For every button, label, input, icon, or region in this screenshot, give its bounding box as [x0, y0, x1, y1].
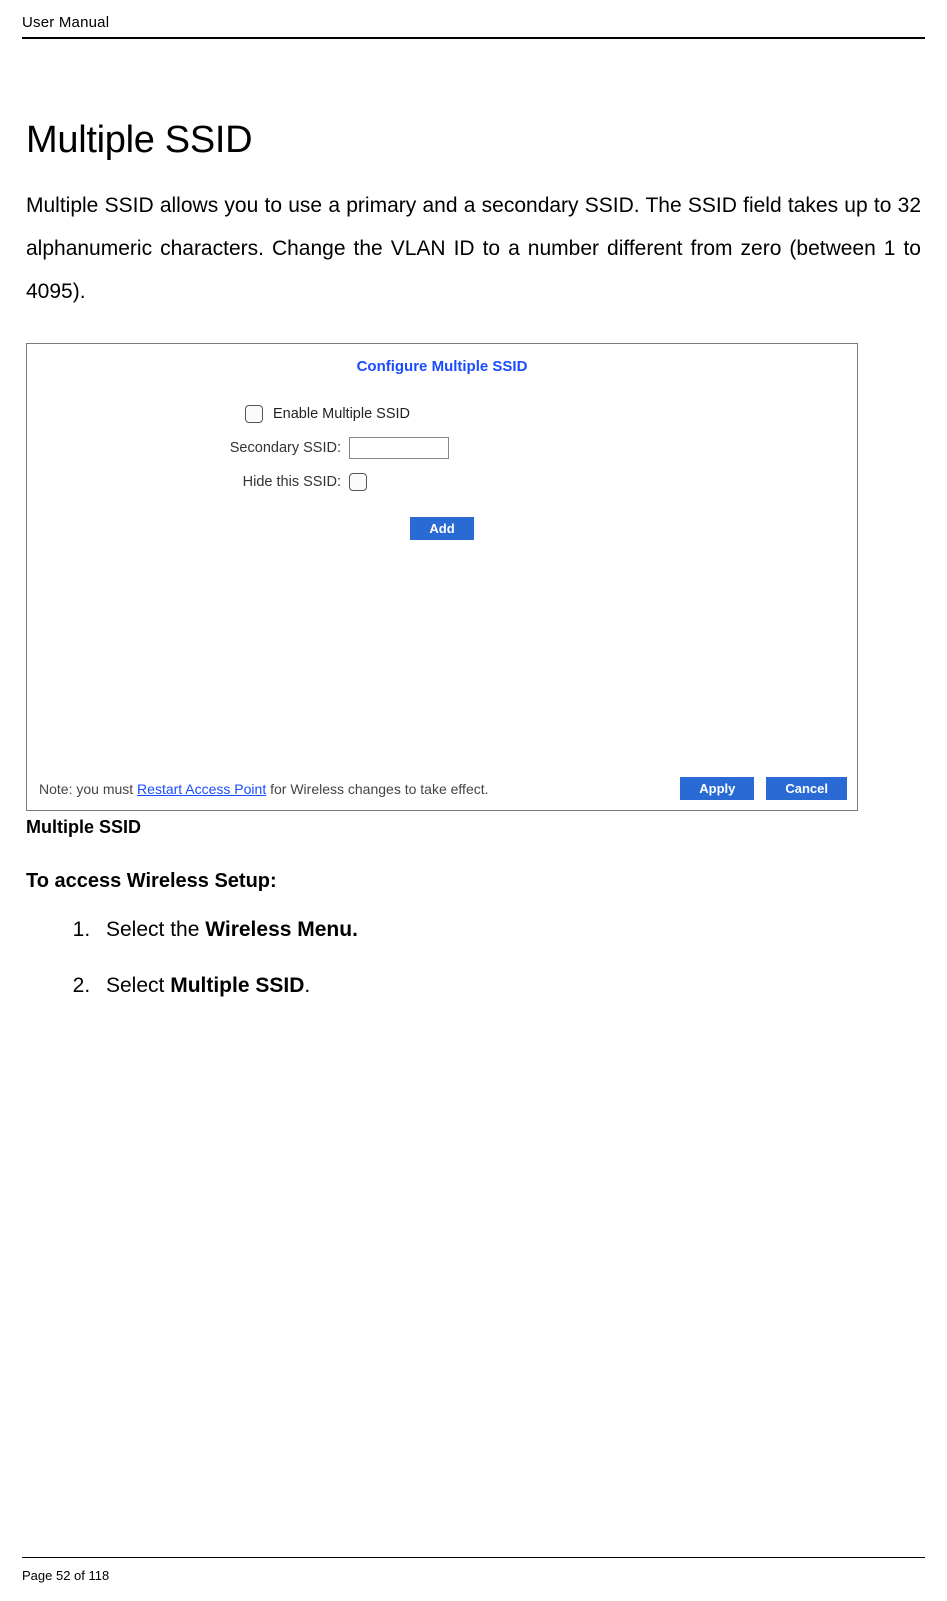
hide-ssid-checkbox[interactable] [349, 473, 367, 491]
of-label: of 118 [70, 1568, 109, 1583]
step-prefix: Select the [106, 918, 205, 941]
list-item: Select Multiple SSID. [96, 969, 921, 1003]
step-bold: Multiple SSID [170, 974, 304, 997]
note-prefix: Note: you must [39, 781, 137, 797]
document-header: User Manual [22, 14, 925, 31]
hide-ssid-label: Hide this SSID: [27, 474, 349, 490]
steps-list: Select the Wireless Menu. Select Multipl… [26, 913, 921, 1002]
section-body: Multiple SSID allows you to use a primar… [26, 184, 921, 313]
panel-title: Configure Multiple SSID [27, 344, 857, 405]
access-subheading: To access Wireless Setup: [26, 870, 921, 893]
restart-access-point-link[interactable]: Restart Access Point [137, 781, 266, 797]
screenshot-caption: Multiple SSID [26, 817, 921, 838]
step-prefix: Select [106, 974, 170, 997]
cancel-button[interactable]: Cancel [766, 777, 847, 800]
restart-note: Note: you must Restart Access Point for … [39, 781, 489, 797]
page-number: Page 52 of 118 [22, 1568, 925, 1583]
enable-multiple-ssid-checkbox[interactable] [245, 405, 263, 423]
configure-ssid-screenshot: Configure Multiple SSID Enable Multiple … [26, 343, 858, 811]
secondary-ssid-input[interactable] [349, 437, 449, 459]
section-title: Multiple SSID [26, 119, 921, 162]
apply-button[interactable]: Apply [680, 777, 754, 800]
add-button[interactable]: Add [410, 517, 473, 540]
step-suffix: . [304, 974, 310, 997]
note-suffix: for Wireless changes to take effect. [266, 781, 488, 797]
header-divider [22, 37, 925, 39]
page-label: Page 52 [22, 1568, 70, 1583]
list-item: Select the Wireless Menu. [96, 913, 921, 947]
secondary-ssid-label: Secondary SSID: [27, 440, 349, 456]
enable-multiple-ssid-label: Enable Multiple SSID [273, 406, 410, 422]
step-bold: Wireless Menu. [205, 918, 358, 941]
footer-divider [22, 1557, 925, 1558]
